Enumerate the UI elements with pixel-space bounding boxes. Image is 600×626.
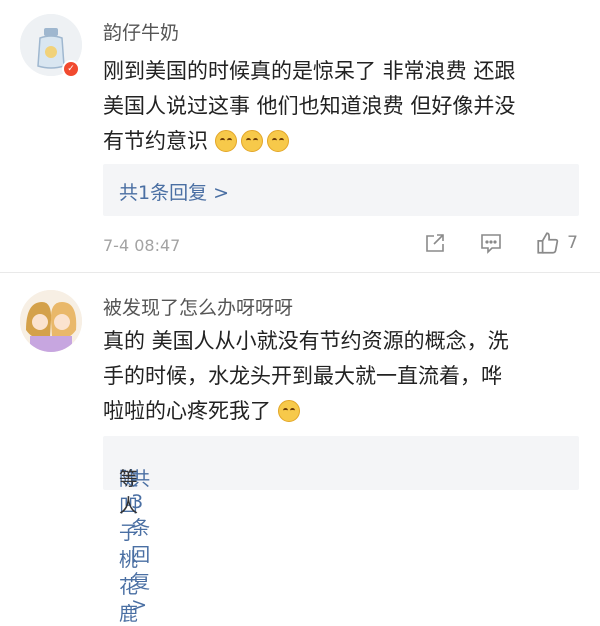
share-button[interactable] — [423, 231, 447, 255]
replies-link[interactable]: 共1条回复 > — [119, 178, 229, 205]
comment-actions: 7 — [391, 230, 578, 256]
laughing-tears-emoji-icon — [266, 130, 289, 152]
laughing-tears-emoji-icon — [277, 400, 300, 422]
like-count: 7 — [567, 233, 578, 253]
thumbs-up-icon — [537, 232, 559, 254]
comment-text: 刚到美国的时候真的是惊呆了 非常浪费 还跟 美国人说过这事 他们也知道浪费 但好… — [103, 54, 583, 159]
verified-badge-icon: ✓ — [62, 60, 80, 78]
replies-preview[interactable]: 共1条回复 > — [103, 164, 579, 216]
comment-line: 手的时候，水龙头开到最大就一直流着，哗 — [103, 364, 502, 388]
laughing-tears-emoji-icon — [214, 130, 237, 152]
replies-link[interactable]: 共3条回复 > — [131, 464, 150, 616]
comment-line: 美国人说过这事 他们也知道浪费 但好像并没 — [103, 94, 516, 118]
comment-line-last: 啦啦的心疼死我了 — [103, 394, 583, 429]
comment-line: 真的 美国人从小就没有节约资源的概念，洗 — [103, 329, 509, 353]
comment-icon — [481, 234, 501, 254]
comment-line-text: 有节约意识 — [103, 129, 208, 153]
comment-line-last: 有节约意识 — [103, 124, 583, 159]
comment-line-text: 啦啦的心疼死我了 — [103, 399, 271, 423]
replies-preview[interactable]: 陡凹子桃花鹿 等人 共3条回复 > — [103, 436, 579, 625]
reply-button[interactable] — [479, 231, 503, 255]
laughing-tears-emoji-icon — [240, 130, 263, 152]
comment-line: 刚到美国的时候真的是惊呆了 非常浪费 还跟 — [103, 59, 516, 83]
like-button[interactable]: 7 — [535, 230, 578, 256]
comment-text: 真的 美国人从小就没有节约资源的概念，洗 手的时候，水龙头开到最大就一直流着，哗… — [103, 324, 583, 429]
timestamp: 7-4 08:47 — [103, 236, 181, 255]
share-icon — [426, 234, 444, 252]
username[interactable]: 韵仔牛奶 — [103, 18, 179, 45]
comment-divider — [0, 272, 600, 273]
replies-preview-text: 陡凹子桃花鹿 等人 共3条回复 > — [119, 450, 150, 625]
avatar[interactable] — [20, 290, 82, 352]
username[interactable]: 被发现了怎么办呀呀呀 — [103, 293, 293, 320]
